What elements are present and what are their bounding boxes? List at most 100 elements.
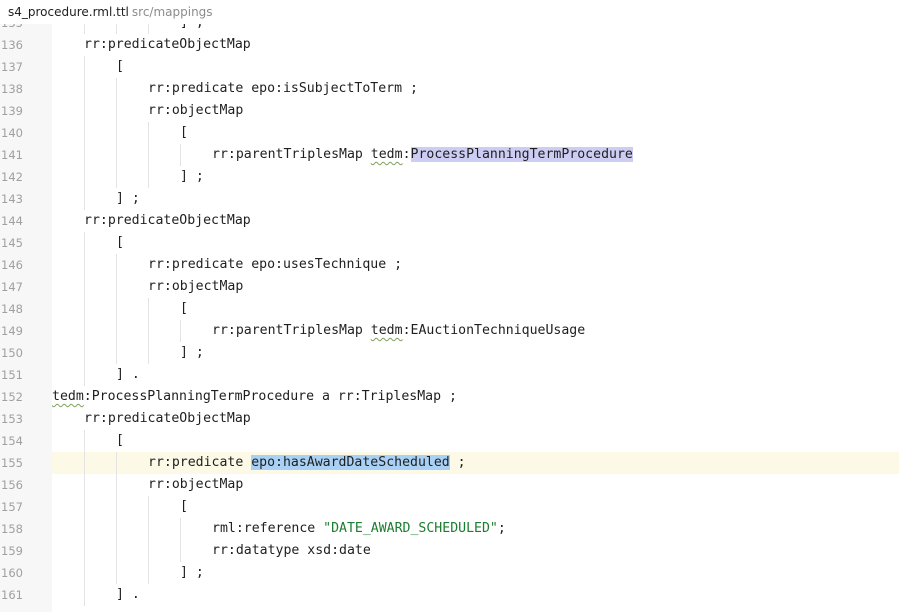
indent-guide — [116, 452, 117, 474]
indent-guide — [84, 100, 85, 122]
code-token: rr:parentTriplesMap — [212, 147, 371, 162]
line-number: 136 — [1, 38, 23, 52]
code-line[interactable]: rr:predicateObjectMap — [52, 408, 899, 430]
indent-guide — [84, 474, 85, 496]
line-number: 142 — [1, 170, 23, 184]
indent-guide — [116, 474, 117, 496]
code-text: [ — [180, 499, 188, 514]
line-number: 140 — [1, 126, 23, 140]
code-line[interactable]: [ — [52, 430, 899, 452]
indent-guide — [116, 540, 117, 562]
code-line[interactable]: rr:predicateObjectMap — [52, 34, 899, 56]
code-line[interactable]: rr:predicate epo:usesTechnique ; — [52, 254, 899, 276]
code-text: ] . — [116, 367, 140, 382]
code-line[interactable]: rr:predicateObjectMap — [52, 210, 899, 232]
code-line[interactable]: ] . — [52, 364, 899, 386]
indent-guide — [116, 122, 117, 144]
line-number: 153 — [1, 412, 23, 426]
line-number: 160 — [1, 566, 23, 580]
code-line[interactable]: ] ; — [52, 188, 899, 210]
indent-guide — [148, 562, 149, 584]
code-line[interactable]: rr:objectMap — [52, 100, 899, 122]
code-token: ; — [449, 455, 466, 470]
indent-guide — [84, 518, 85, 540]
indent-guide — [180, 540, 181, 562]
code-line[interactable]: [ — [52, 496, 899, 518]
indent-guide — [84, 540, 85, 562]
code-token: rr:predicate — [148, 455, 252, 470]
code-line[interactable]: [ — [52, 232, 899, 254]
indent-guide — [84, 232, 85, 254]
indent-guide — [116, 78, 117, 100]
line-number: 152 — [1, 390, 23, 404]
tab-filename-overlay[interactable]: s4_procedure.rml.ttl — [8, 5, 129, 19]
code-line[interactable]: rml:reference "DATE_AWARD_SCHEDULED"; — [52, 518, 899, 540]
indent-guide — [148, 122, 149, 144]
code-text: rml:reference "DATE_AWARD_SCHEDULED"; — [212, 518, 506, 540]
indent-guide — [148, 518, 149, 540]
line-number: 161 — [1, 588, 23, 602]
code-line[interactable]: rr:objectMap — [52, 474, 899, 496]
code-text: [ — [116, 59, 124, 74]
indent-guide — [148, 144, 149, 166]
line-number: 138 — [1, 82, 23, 96]
editor-tab-overlay[interactable]: s4_procedure.rml.ttl src/mappings — [8, 0, 213, 24]
code-text: rr:predicateObjectMap — [84, 37, 251, 52]
indent-guide — [84, 298, 85, 320]
line-numbers: 135 136 137 138 139 140 141 142 143 144 … — [0, 12, 52, 612]
indent-guide — [116, 562, 117, 584]
code-line[interactable]: tedm:ProcessPlanningTermProcedure a rr:T… — [52, 386, 899, 408]
line-number: 143 — [1, 192, 23, 206]
code-text: [ — [180, 301, 188, 316]
indent-guide — [116, 276, 117, 298]
code-text: ] ; — [180, 565, 204, 580]
code-text: ] ; — [180, 169, 204, 184]
code-editor[interactable]: ] ; rr:predicateObjectMap [ rr:predicate… — [52, 24, 899, 612]
selected-text[interactable]: epo:hasAwardDateScheduled — [251, 455, 450, 470]
code-line[interactable]: ] ; — [52, 24, 899, 34]
indent-guide — [180, 320, 181, 342]
indent-guide — [116, 320, 117, 342]
code-token: ; — [497, 521, 506, 536]
code-line[interactable]: [ — [52, 298, 899, 320]
code-text: rr:predicateObjectMap — [84, 213, 251, 228]
code-line[interactable]: rr:parentTriplesMap tedm:ProcessPlanning… — [52, 144, 899, 166]
line-number: 146 — [1, 258, 23, 272]
code-line[interactable]: ] ; — [52, 342, 899, 364]
code-line[interactable]: rr:parentTriplesMap tedm:EAuctionTechniq… — [52, 320, 899, 342]
indent-guide — [84, 584, 85, 606]
indent-guide — [84, 122, 85, 144]
code-text: ] ; — [116, 191, 140, 206]
code-line[interactable]: rr:objectMap — [52, 276, 899, 298]
code-text: rr:parentTriplesMap tedm:ProcessPlanning… — [212, 144, 633, 166]
code-text: [ — [116, 433, 124, 448]
indent-guide — [84, 56, 85, 78]
indent-guide — [148, 496, 149, 518]
indent-guide — [148, 320, 149, 342]
indent-guide — [116, 298, 117, 320]
indent-guide — [148, 342, 149, 364]
code-line[interactable]: ] ; — [52, 166, 899, 188]
current-code-line[interactable]: rr:predicate epo:hasAwardDateScheduled ; — [52, 452, 899, 474]
code-text: tedm:ProcessPlanningTermProcedure a rr:T… — [52, 386, 457, 408]
indent-guide — [84, 342, 85, 364]
code-text: rr:objectMap — [148, 103, 244, 118]
indent-guide — [116, 342, 117, 364]
line-number: 159 — [1, 544, 23, 558]
indent-guide — [84, 320, 85, 342]
code-line[interactable]: [ — [52, 122, 899, 144]
indent-guide — [84, 430, 85, 452]
line-number: 145 — [1, 236, 23, 250]
code-line[interactable]: [ — [52, 56, 899, 78]
indent-guide — [180, 518, 181, 540]
code-line[interactable]: rr:datatype xsd:date — [52, 540, 899, 562]
indent-guide — [116, 496, 117, 518]
indent-guide — [116, 518, 117, 540]
code-line[interactable]: ] ; — [52, 562, 899, 584]
line-number: 157 — [1, 500, 23, 514]
code-line[interactable]: ] . — [52, 584, 899, 606]
indent-guide — [84, 188, 85, 210]
line-number: 141 — [1, 148, 23, 162]
code-text: ] . — [116, 587, 140, 602]
code-line[interactable]: rr:predicate epo:isSubjectToTerm ; — [52, 78, 899, 100]
